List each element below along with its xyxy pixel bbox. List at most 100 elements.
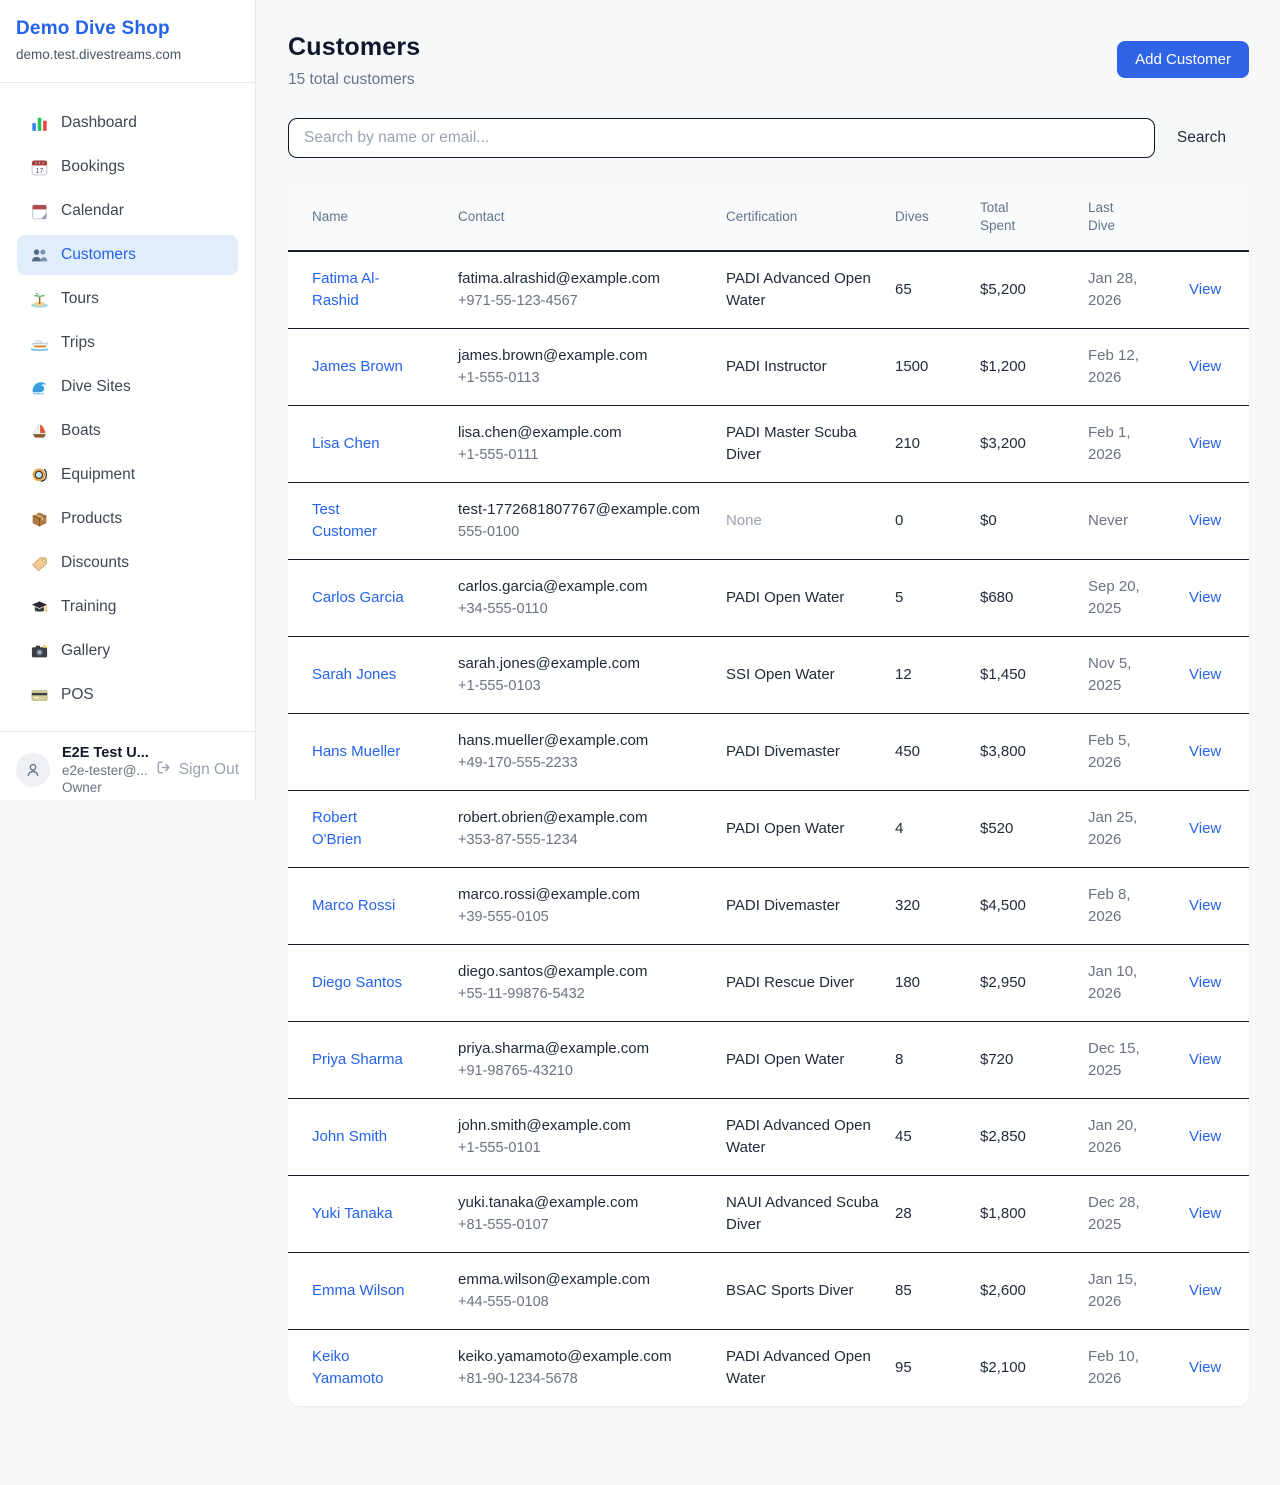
customer-name-link[interactable]: Hans Mueller: [312, 743, 400, 760]
col-header-contact: Contact: [458, 184, 726, 251]
people-icon: [29, 245, 49, 265]
customer-certification: PADI Advanced Open Water: [726, 1099, 895, 1176]
customer-email: lisa.chen@example.com: [458, 422, 710, 444]
table-row: Fatima Al-Rashid fatima.alrashid@example…: [288, 251, 1249, 329]
customer-name-link[interactable]: Priya Sharma: [312, 1051, 403, 1068]
sidebar-item-equipment[interactable]: Equipment: [17, 455, 238, 495]
customer-certification: PADI Divemaster: [726, 868, 895, 945]
customer-dives: 4: [895, 791, 980, 868]
table-row: Hans Mueller hans.mueller@example.com +4…: [288, 714, 1249, 791]
customer-name-link[interactable]: Test Customer: [312, 501, 377, 540]
customer-name-link[interactable]: Fatima Al-Rashid: [312, 270, 380, 309]
col-header-name: Name: [288, 184, 458, 251]
sidebar-item-tours[interactable]: Tours: [17, 279, 238, 319]
customer-total-spent: $0: [980, 483, 1088, 560]
customer-dives: 12: [895, 637, 980, 714]
sidebar-item-calendar[interactable]: Calendar: [17, 191, 238, 231]
view-customer-link[interactable]: View: [1189, 1282, 1221, 1299]
customer-certification: PADI Rescue Diver: [726, 945, 895, 1022]
sidebar-item-discounts[interactable]: Discounts: [17, 543, 238, 583]
table-row: Robert O'Brien robert.obrien@example.com…: [288, 791, 1249, 868]
island-icon: [29, 289, 49, 309]
view-customer-link[interactable]: View: [1189, 1359, 1221, 1376]
customers-table: Name Contact Certification Dives Total S…: [288, 184, 1249, 1406]
customer-name-link[interactable]: Yuki Tanaka: [312, 1205, 393, 1222]
col-header-actions: [1189, 184, 1249, 251]
brand-title: Demo Dive Shop: [16, 18, 239, 40]
customer-dives: 65: [895, 251, 980, 329]
price-tag-icon: [29, 553, 49, 573]
view-customer-link[interactable]: View: [1189, 1205, 1221, 1222]
customer-dives: 210: [895, 406, 980, 483]
customer-last-dive: Dec 28, 2025: [1088, 1176, 1189, 1253]
col-header-certification: Certification: [726, 184, 895, 251]
customer-total-spent: $2,100: [980, 1330, 1088, 1407]
search-button[interactable]: Search: [1177, 129, 1226, 147]
main-content: Customers 15 total customers Add Custome…: [288, 0, 1249, 1434]
user-email: e2e-tester@...: [62, 763, 143, 778]
customer-name-link[interactable]: Sarah Jones: [312, 666, 396, 683]
search-input[interactable]: [288, 118, 1155, 158]
sidebar-item-boats[interactable]: Boats: [17, 411, 238, 451]
sidebar-item-pos[interactable]: POS: [17, 675, 238, 715]
customer-last-dive: Never: [1088, 483, 1189, 560]
table-row: Yuki Tanaka yuki.tanaka@example.com +81-…: [288, 1176, 1249, 1253]
add-customer-button[interactable]: Add Customer: [1117, 41, 1249, 78]
customer-name-link[interactable]: Emma Wilson: [312, 1282, 405, 1299]
table-row: James Brown james.brown@example.com +1-5…: [288, 329, 1249, 406]
view-customer-link[interactable]: View: [1189, 743, 1221, 760]
sidebar-item-customers[interactable]: Customers: [17, 235, 238, 275]
customer-name-link[interactable]: Keiko Yamamoto: [312, 1348, 383, 1387]
camera-icon: [29, 641, 49, 661]
sidebar-item-dashboard[interactable]: Dashboard: [17, 103, 238, 143]
sidebar-item-training[interactable]: Training: [17, 587, 238, 627]
view-customer-link[interactable]: View: [1189, 435, 1221, 452]
view-customer-link[interactable]: View: [1189, 512, 1221, 529]
customer-last-dive: Jan 15, 2026: [1088, 1253, 1189, 1330]
customer-total-spent: $520: [980, 791, 1088, 868]
user-role: Owner: [62, 780, 143, 795]
view-customer-link[interactable]: View: [1189, 820, 1221, 837]
view-customer-link[interactable]: View: [1189, 1051, 1221, 1068]
customer-name-link[interactable]: Lisa Chen: [312, 435, 380, 452]
customer-certification: PADI Advanced Open Water: [726, 251, 895, 329]
customer-name-link[interactable]: Diego Santos: [312, 974, 402, 991]
customer-certification: PADI Master Scuba Diver: [726, 406, 895, 483]
view-customer-link[interactable]: View: [1189, 281, 1221, 298]
sidebar-footer: E2E Test U... e2e-tester@... Owner Sign …: [0, 731, 255, 808]
view-customer-link[interactable]: View: [1189, 589, 1221, 606]
customer-phone: +353-87-555-1234: [458, 829, 710, 851]
sign-out-button[interactable]: Sign Out: [155, 759, 239, 781]
customer-phone: +55-11-99876-5432: [458, 983, 710, 1005]
customer-name-link[interactable]: Marco Rossi: [312, 897, 395, 914]
view-customer-link[interactable]: View: [1189, 666, 1221, 683]
customer-name-link[interactable]: James Brown: [312, 358, 403, 375]
customer-phone: +44-555-0108: [458, 1291, 710, 1313]
view-customer-link[interactable]: View: [1189, 974, 1221, 991]
sidebar-item-gallery[interactable]: Gallery: [17, 631, 238, 671]
customer-name-link[interactable]: John Smith: [312, 1128, 387, 1145]
customer-certification: None: [726, 483, 895, 560]
brand-domain: demo.test.divestreams.com: [16, 47, 239, 62]
view-customer-link[interactable]: View: [1189, 358, 1221, 375]
sidebar-item-bookings[interactable]: 17 Bookings: [17, 147, 238, 187]
sidebar-item-products[interactable]: Products: [17, 499, 238, 539]
view-customer-link[interactable]: View: [1189, 897, 1221, 914]
table-row: Emma Wilson emma.wilson@example.com +44-…: [288, 1253, 1249, 1330]
customer-dives: 5: [895, 560, 980, 637]
customer-last-dive: Feb 1, 2026: [1088, 406, 1189, 483]
customer-dives: 0: [895, 483, 980, 560]
view-customer-link[interactable]: View: [1189, 1128, 1221, 1145]
table-row: Priya Sharma priya.sharma@example.com +9…: [288, 1022, 1249, 1099]
customer-total-spent: $3,200: [980, 406, 1088, 483]
speedboat-icon: [29, 333, 49, 353]
customer-name-link[interactable]: Robert O'Brien: [312, 809, 362, 848]
customer-last-dive: Feb 5, 2026: [1088, 714, 1189, 791]
customer-dives: 320: [895, 868, 980, 945]
customer-email: john.smith@example.com: [458, 1115, 710, 1137]
customer-name-link[interactable]: Carlos Garcia: [312, 589, 404, 606]
table-row: Keiko Yamamoto keiko.yamamoto@example.co…: [288, 1330, 1249, 1407]
sidebar-item-dive-sites[interactable]: Dive Sites: [17, 367, 238, 407]
sidebar-item-trips[interactable]: Trips: [17, 323, 238, 363]
graduation-cap-icon: [29, 597, 49, 617]
